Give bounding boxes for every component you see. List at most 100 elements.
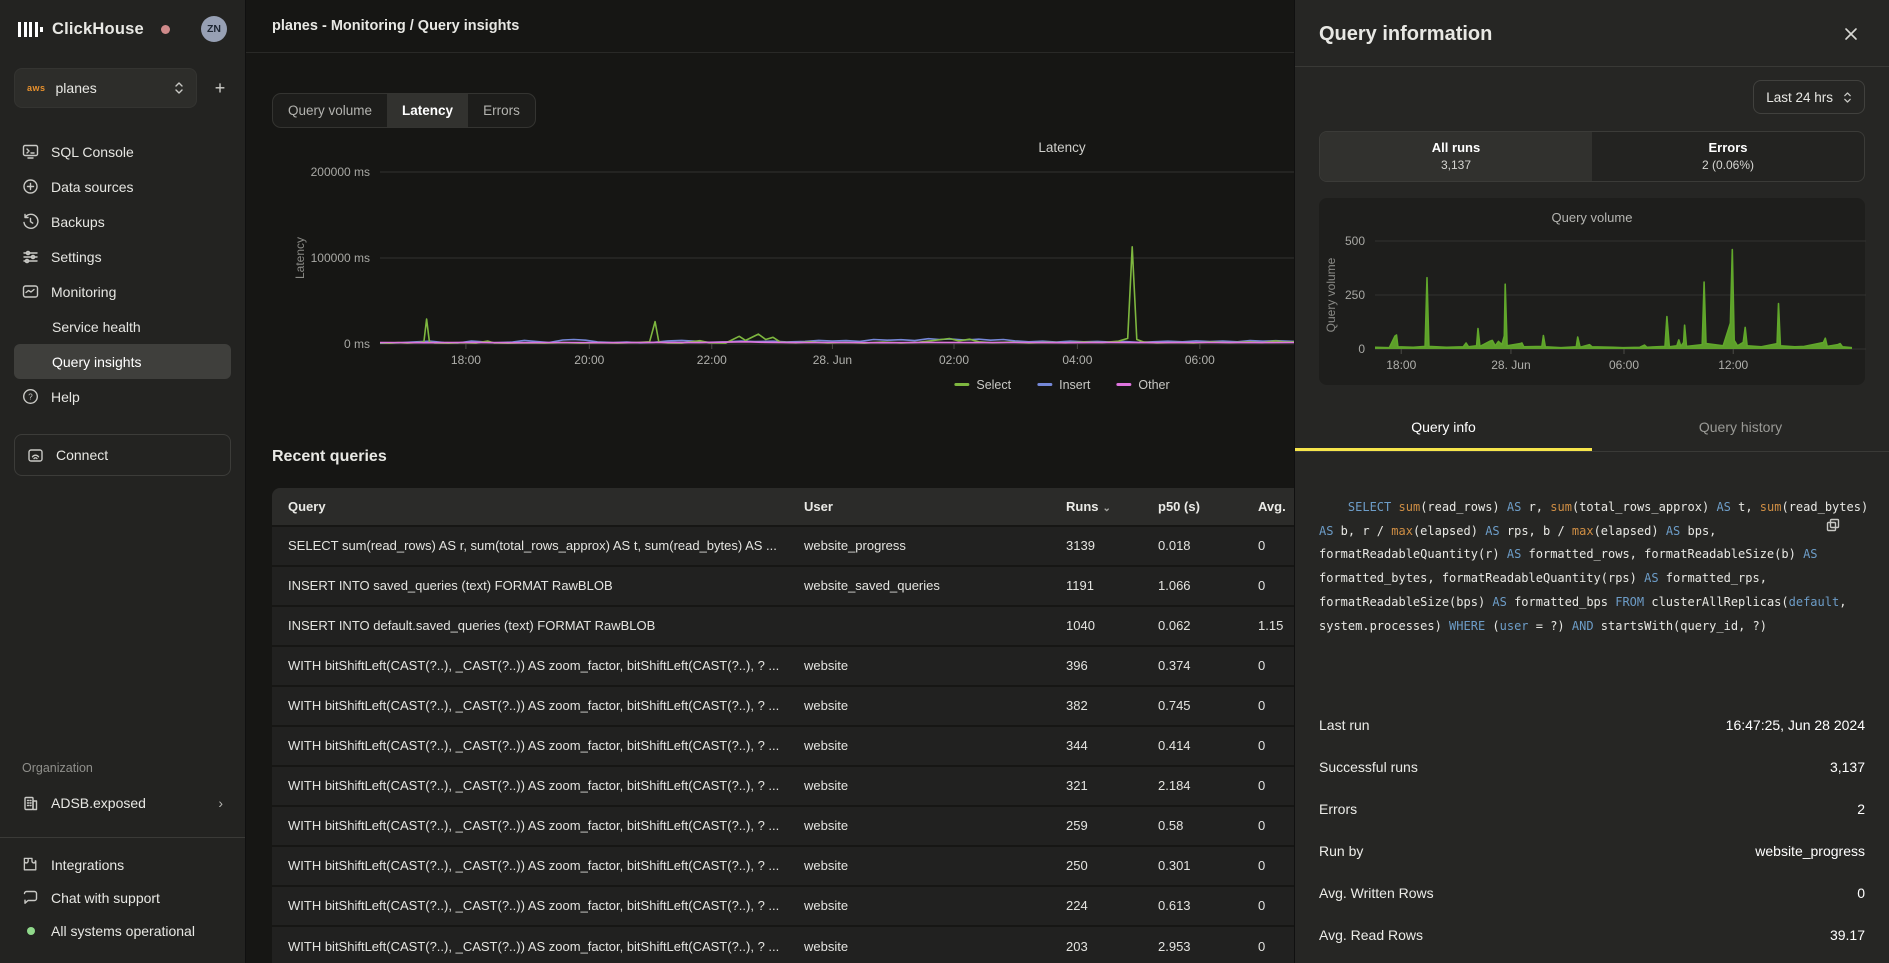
cell-user: website bbox=[792, 886, 1054, 926]
table-row[interactable]: WITH bitShiftLeft(CAST(?..), _CAST(?..))… bbox=[272, 686, 1294, 726]
stat-value: 3,137 bbox=[1830, 759, 1865, 775]
svg-text:22:00: 22:00 bbox=[697, 353, 727, 367]
table-row[interactable]: WITH bitShiftLeft(CAST(?..), _CAST(?..))… bbox=[272, 926, 1294, 963]
add-service-button[interactable]: + bbox=[209, 78, 231, 99]
panel-header: Query information bbox=[1295, 0, 1889, 67]
svg-text:250: 250 bbox=[1345, 288, 1365, 302]
tab-all-runs[interactable]: All runs 3,137 bbox=[1320, 132, 1592, 181]
sidebar-item-monitoring[interactable]: Monitoring bbox=[14, 274, 231, 309]
main-header: planes - Monitoring / Query insights bbox=[246, 0, 1294, 53]
cell-user: website bbox=[792, 926, 1054, 963]
chevron-updown-icon bbox=[174, 81, 184, 95]
recent-queries-title: Recent queries bbox=[272, 448, 1294, 466]
chevron-right-icon: › bbox=[218, 795, 223, 811]
table-row[interactable]: SELECT sum(read_rows) AS r, sum(total_ro… bbox=[272, 526, 1294, 566]
cell-avg: 0 bbox=[1246, 686, 1294, 726]
connect-label: Connect bbox=[56, 447, 108, 463]
status-dot-icon bbox=[27, 927, 35, 935]
table-row[interactable]: WITH bitShiftLeft(CAST(?..), _CAST(?..))… bbox=[272, 846, 1294, 886]
table-header-row: Query User Runs⌄ p50 (s) Avg. bbox=[272, 488, 1294, 526]
stat-row: Avg. Memory Usage9.35 MiB bbox=[1319, 956, 1865, 963]
table-row[interactable]: WITH bitShiftLeft(CAST(?..), _CAST(?..))… bbox=[272, 646, 1294, 686]
svg-text:0 ms: 0 ms bbox=[344, 337, 370, 351]
sidebar-item-chat-support[interactable]: Chat with support bbox=[14, 881, 231, 914]
select-swatch-icon bbox=[954, 383, 969, 386]
cell-runs: 1191 bbox=[1054, 566, 1146, 606]
sql-query-block: SELECT sum(read_rows) AS r, sum(total_ro… bbox=[1295, 452, 1889, 694]
sidebar-item-query-insights[interactable]: Query insights bbox=[14, 344, 231, 379]
sidebar-item-integrations[interactable]: Integrations bbox=[14, 848, 231, 881]
panel-title: Query information bbox=[1319, 23, 1492, 46]
svg-text:0: 0 bbox=[1358, 342, 1365, 356]
data-sources-icon bbox=[22, 178, 39, 195]
column-avg[interactable]: Avg. bbox=[1246, 488, 1294, 526]
cell-user: website_progress bbox=[792, 526, 1054, 566]
sidebar-item-data-sources[interactable]: Data sources bbox=[14, 169, 231, 204]
cell-avg: 0 bbox=[1246, 766, 1294, 806]
avatar[interactable]: ZN bbox=[201, 16, 227, 42]
sidebar-item-sql-console[interactable]: SQL Console bbox=[14, 134, 231, 169]
table-row[interactable]: INSERT INTO default.saved_queries (text)… bbox=[272, 606, 1294, 646]
copy-icon[interactable] bbox=[1826, 470, 1869, 579]
table-row[interactable]: INSERT INTO saved_queries (text) FORMAT … bbox=[272, 566, 1294, 606]
svg-text:200000 ms: 200000 ms bbox=[311, 165, 370, 179]
legend-select[interactable]: Select bbox=[954, 378, 1011, 392]
legend-insert[interactable]: Insert bbox=[1037, 378, 1090, 392]
svg-text:Latency: Latency bbox=[293, 237, 307, 279]
column-runs[interactable]: Runs⌄ bbox=[1054, 488, 1146, 526]
column-query[interactable]: Query bbox=[272, 488, 792, 526]
tab-query-volume[interactable]: Query volume bbox=[273, 94, 387, 127]
sidebar-item-label: Service health bbox=[52, 319, 141, 335]
sidebar-item-label: Help bbox=[51, 389, 80, 405]
stat-label: Errors bbox=[1319, 801, 1357, 817]
svg-text:20:00: 20:00 bbox=[574, 353, 604, 367]
cell-runs: 259 bbox=[1054, 806, 1146, 846]
cell-user: website bbox=[792, 766, 1054, 806]
table-row[interactable]: WITH bitShiftLeft(CAST(?..), _CAST(?..))… bbox=[272, 726, 1294, 766]
cell-user: website bbox=[792, 806, 1054, 846]
chat-icon bbox=[22, 889, 39, 906]
recent-queries-table: Query User Runs⌄ p50 (s) Avg. SELECT sum… bbox=[272, 488, 1294, 963]
tab-query-history[interactable]: Query history bbox=[1592, 407, 1889, 451]
cell-avg: 0 bbox=[1246, 726, 1294, 766]
sidebar-item-backups[interactable]: Backups bbox=[14, 204, 231, 239]
service-selector[interactable]: aws planes bbox=[14, 68, 197, 108]
stat-row: Avg. Read Rows39.17 bbox=[1319, 914, 1865, 956]
system-status[interactable]: All systems operational bbox=[14, 914, 231, 947]
cell-query: WITH bitShiftLeft(CAST(?..), _CAST(?..))… bbox=[272, 726, 792, 766]
sql-code: SELECT sum(read_rows) AS r, sum(total_ro… bbox=[1319, 500, 1868, 633]
organization-item[interactable]: ADSB.exposed › bbox=[14, 785, 231, 821]
column-p50[interactable]: p50 (s) bbox=[1146, 488, 1246, 526]
sidebar-item-settings[interactable]: Settings bbox=[14, 239, 231, 274]
svg-text:04:00: 04:00 bbox=[1062, 353, 1092, 367]
tab-errors[interactable]: Errors bbox=[468, 94, 535, 127]
svg-text:12:00: 12:00 bbox=[1718, 358, 1748, 372]
stat-row: Errors 2 bbox=[1319, 788, 1865, 830]
cell-runs: 3139 bbox=[1054, 526, 1146, 566]
cell-runs: 1040 bbox=[1054, 606, 1146, 646]
table-row[interactable]: WITH bitShiftLeft(CAST(?..), _CAST(?..))… bbox=[272, 766, 1294, 806]
tab-query-info[interactable]: Query info bbox=[1295, 407, 1592, 451]
tab-errors-summary[interactable]: Errors 2 (0.06%) bbox=[1592, 132, 1864, 181]
connect-button[interactable]: Connect bbox=[14, 434, 231, 476]
stat-value: 2 bbox=[1857, 801, 1865, 817]
tab-latency[interactable]: Latency bbox=[387, 94, 468, 127]
stat-label: Run by bbox=[1319, 843, 1363, 859]
sidebar-item-service-health[interactable]: Service health bbox=[14, 309, 231, 344]
table-row[interactable]: WITH bitShiftLeft(CAST(?..), _CAST(?..))… bbox=[272, 806, 1294, 846]
svg-text:18:00: 18:00 bbox=[1386, 358, 1416, 372]
cell-user: website bbox=[792, 846, 1054, 886]
cell-runs: 382 bbox=[1054, 686, 1146, 726]
column-user[interactable]: User bbox=[792, 488, 1054, 526]
sliders-icon bbox=[22, 248, 39, 265]
close-icon[interactable] bbox=[1837, 20, 1865, 48]
table-row[interactable]: WITH bitShiftLeft(CAST(?..), _CAST(?..))… bbox=[272, 886, 1294, 926]
cell-p50: 0.414 bbox=[1146, 726, 1246, 766]
time-range-value: Last 24 hrs bbox=[1766, 90, 1833, 105]
legend-other[interactable]: Other bbox=[1116, 378, 1169, 392]
cell-query: WITH bitShiftLeft(CAST(?..), _CAST(?..))… bbox=[272, 806, 792, 846]
sidebar-item-help[interactable]: ? Help bbox=[14, 379, 231, 414]
monitoring-icon bbox=[22, 283, 39, 300]
cell-avg: 0 bbox=[1246, 526, 1294, 566]
time-range-select[interactable]: Last 24 hrs bbox=[1753, 80, 1865, 114]
